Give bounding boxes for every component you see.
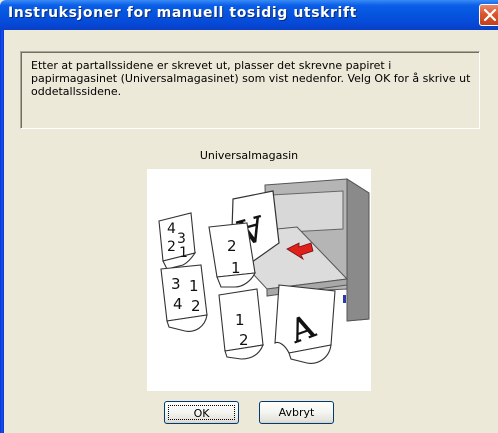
paper-stack-bottom-right: A bbox=[274, 284, 336, 364]
svg-text:1: 1 bbox=[235, 311, 245, 329]
printer-tray-diagram: A 4 3 2 1 2 1 3 4 1 2 1 2 A bbox=[158, 178, 370, 364]
close-button[interactable] bbox=[479, 4, 498, 26]
paper-stack-top-middle: 2 1 bbox=[208, 222, 256, 288]
instruction-panel: Etter at partallssidene er skrevet ut, p… bbox=[20, 51, 480, 129]
svg-text:1: 1 bbox=[189, 277, 199, 295]
svg-text:2: 2 bbox=[167, 239, 176, 255]
window-title: Instruksjoner for manuell tosidig utskri… bbox=[8, 5, 357, 21]
svg-text:1: 1 bbox=[179, 245, 188, 261]
instruction-text: Etter at partallssidene er skrevet ut, p… bbox=[31, 59, 471, 98]
window-frame-left bbox=[0, 30, 4, 433]
svg-text:4: 4 bbox=[173, 295, 183, 313]
title-bar[interactable]: Instruksjoner for manuell tosidig utskri… bbox=[0, 0, 498, 30]
paper-stack-bottom-middle: 1 2 bbox=[218, 288, 264, 360]
svg-text:2: 2 bbox=[227, 237, 237, 255]
cancel-button[interactable]: Avbryt bbox=[259, 401, 334, 424]
svg-text:4: 4 bbox=[167, 221, 176, 237]
svg-text:2: 2 bbox=[191, 297, 201, 315]
paper-stack-bottom-left: 3 4 1 2 bbox=[160, 264, 208, 332]
tray-label: Universalmagasin bbox=[199, 149, 299, 162]
dialog-window: Instruksjoner for manuell tosidig utskri… bbox=[0, 0, 498, 433]
svg-text:1: 1 bbox=[231, 259, 241, 277]
close-icon bbox=[484, 9, 496, 21]
svg-text:2: 2 bbox=[239, 331, 249, 349]
ok-button[interactable]: OK bbox=[164, 401, 239, 424]
svg-text:3: 3 bbox=[171, 275, 181, 293]
paper-loading-illustration: A 4 3 2 1 2 1 3 4 1 2 1 2 A bbox=[147, 169, 371, 391]
ok-button-label: OK bbox=[168, 405, 235, 420]
paper-stack-top-left: 4 3 2 1 bbox=[158, 212, 197, 270]
